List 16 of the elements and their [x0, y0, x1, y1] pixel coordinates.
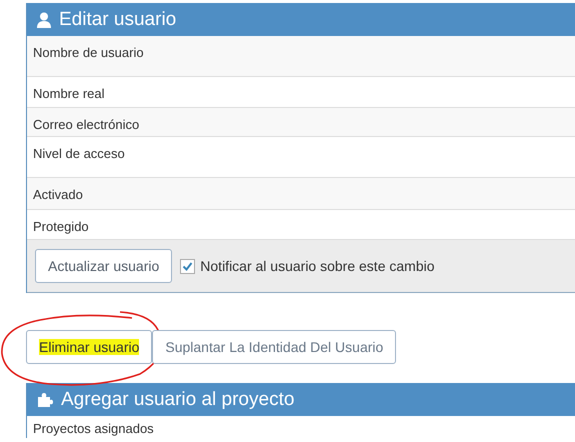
notify-label: Notificar al usuario sobre este cambio [200, 258, 435, 274]
field-label: Correo electrónico [33, 117, 140, 132]
update-user-button[interactable]: Actualizar usuario [35, 249, 172, 283]
action-button[interactable]: Eliminar usuario [26, 330, 152, 364]
field-label: Proyectos asignados [33, 421, 154, 436]
field-label: Nivel de acceso [33, 146, 125, 161]
panel-title: Editar usuario [59, 8, 176, 30]
puzzle-icon [37, 392, 53, 408]
notify-checkbox[interactable] [180, 258, 196, 274]
action-button[interactable]: Suplantar La Identidad Del Usuario [152, 330, 396, 364]
field-label: Protegido [33, 219, 89, 234]
field-label: Activado [33, 187, 83, 202]
field-label: Nombre de usuario [33, 45, 144, 60]
user-icon [37, 12, 51, 28]
field-label: Nombre real [33, 86, 105, 101]
panel-title: Agregar usuario al proyecto [61, 388, 294, 410]
